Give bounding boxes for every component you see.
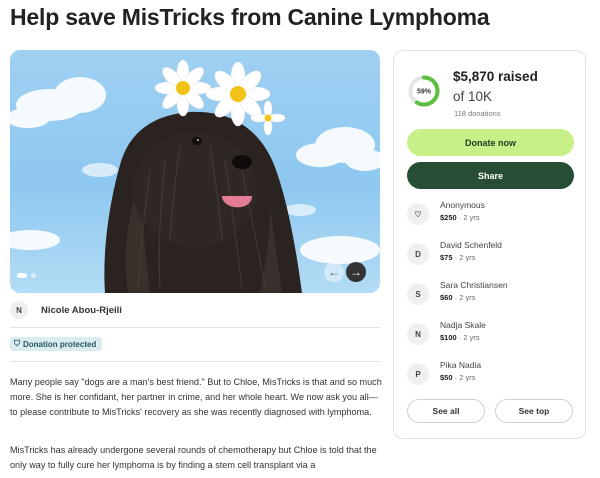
donor-item: ♡ Anonymous $250 · 2 yrs xyxy=(407,200,577,230)
organizer[interactable]: N Nicole Abou-Rjeili xyxy=(10,301,122,319)
donor-name: David Schenfeld xyxy=(440,240,502,250)
donor-time: 2 yrs xyxy=(459,373,476,382)
donate-now-button[interactable]: Donate now xyxy=(407,129,574,156)
donor-name: Anonymous xyxy=(440,200,485,210)
donor-time: 2 yrs xyxy=(463,213,480,222)
donor-time: 2 yrs xyxy=(459,253,476,262)
donor-amount: $250 xyxy=(440,213,457,222)
badge-label: Donation protected xyxy=(23,339,97,349)
see-top-button[interactable]: See top xyxy=(495,399,573,423)
progress-percent: 59% xyxy=(417,89,432,96)
share-button[interactable]: Share xyxy=(407,162,574,189)
carousel-indicator[interactable] xyxy=(17,273,36,278)
donor-avatar: D xyxy=(407,243,429,265)
donation-sidebar: 59% $5,870 raised of 10K 118 donations D… xyxy=(393,50,586,439)
donor-avatar: S xyxy=(407,283,429,305)
divider xyxy=(10,361,380,362)
donation-count: 118 donations xyxy=(454,109,501,118)
donor-avatar: N xyxy=(407,323,429,345)
carousel-dot[interactable] xyxy=(31,273,36,278)
donor-avatar: P xyxy=(407,363,429,385)
goal-amount: of 10K xyxy=(453,89,493,104)
progress-ring: 59% xyxy=(408,75,440,107)
donor-name: Sara Christiansen xyxy=(440,280,508,290)
dog-with-daisies-image xyxy=(10,59,380,293)
donor-item: P Pika Nadia $50 · 2 yrs xyxy=(407,360,577,390)
see-all-button[interactable]: See all xyxy=(407,399,485,423)
donor-amount: $60 xyxy=(440,293,453,302)
story-paragraph: Many people say "dogs are a man's best f… xyxy=(10,377,382,418)
amount-raised: $5,870 raised xyxy=(453,69,538,84)
donation-protected-badge[interactable]: ⛉ Donation protected xyxy=(10,337,103,351)
arrow-right-icon: → xyxy=(350,265,362,279)
donor-time: 2 yrs xyxy=(463,333,480,342)
page-title: Help save MisTricks from Canine Lymphoma xyxy=(10,4,490,30)
donor-item: N Nadja Skale $100 · 2 yrs xyxy=(407,320,577,350)
donor-item: D David Schenfeld $75 · 2 yrs xyxy=(407,240,577,270)
story-paragraph: MisTricks has already undergone several … xyxy=(10,445,377,471)
donor-name: Pika Nadia xyxy=(440,360,482,370)
donor-amount: $50 xyxy=(440,373,453,382)
campaign-photo[interactable] xyxy=(10,50,380,293)
carousel-next-button[interactable]: → xyxy=(346,262,366,282)
donor-name: Nadja Skale xyxy=(440,320,486,330)
donor-amount: $75 xyxy=(440,253,453,262)
carousel-dot-active[interactable] xyxy=(17,273,27,278)
divider xyxy=(10,327,380,328)
carousel-prev-button[interactable]: ← xyxy=(324,262,344,282)
donor-item: S Sara Christiansen $60 · 2 yrs xyxy=(407,280,577,310)
donor-amount: $100 xyxy=(440,333,457,342)
organizer-name[interactable]: Nicole Abou-Rjeili xyxy=(41,305,122,316)
arrow-left-icon: ← xyxy=(328,265,340,279)
heart-hand-icon: ♡ xyxy=(407,203,429,225)
shield-icon: ⛉ xyxy=(14,339,20,348)
organizer-avatar: N xyxy=(10,301,28,319)
donor-time: 2 yrs xyxy=(459,293,476,302)
